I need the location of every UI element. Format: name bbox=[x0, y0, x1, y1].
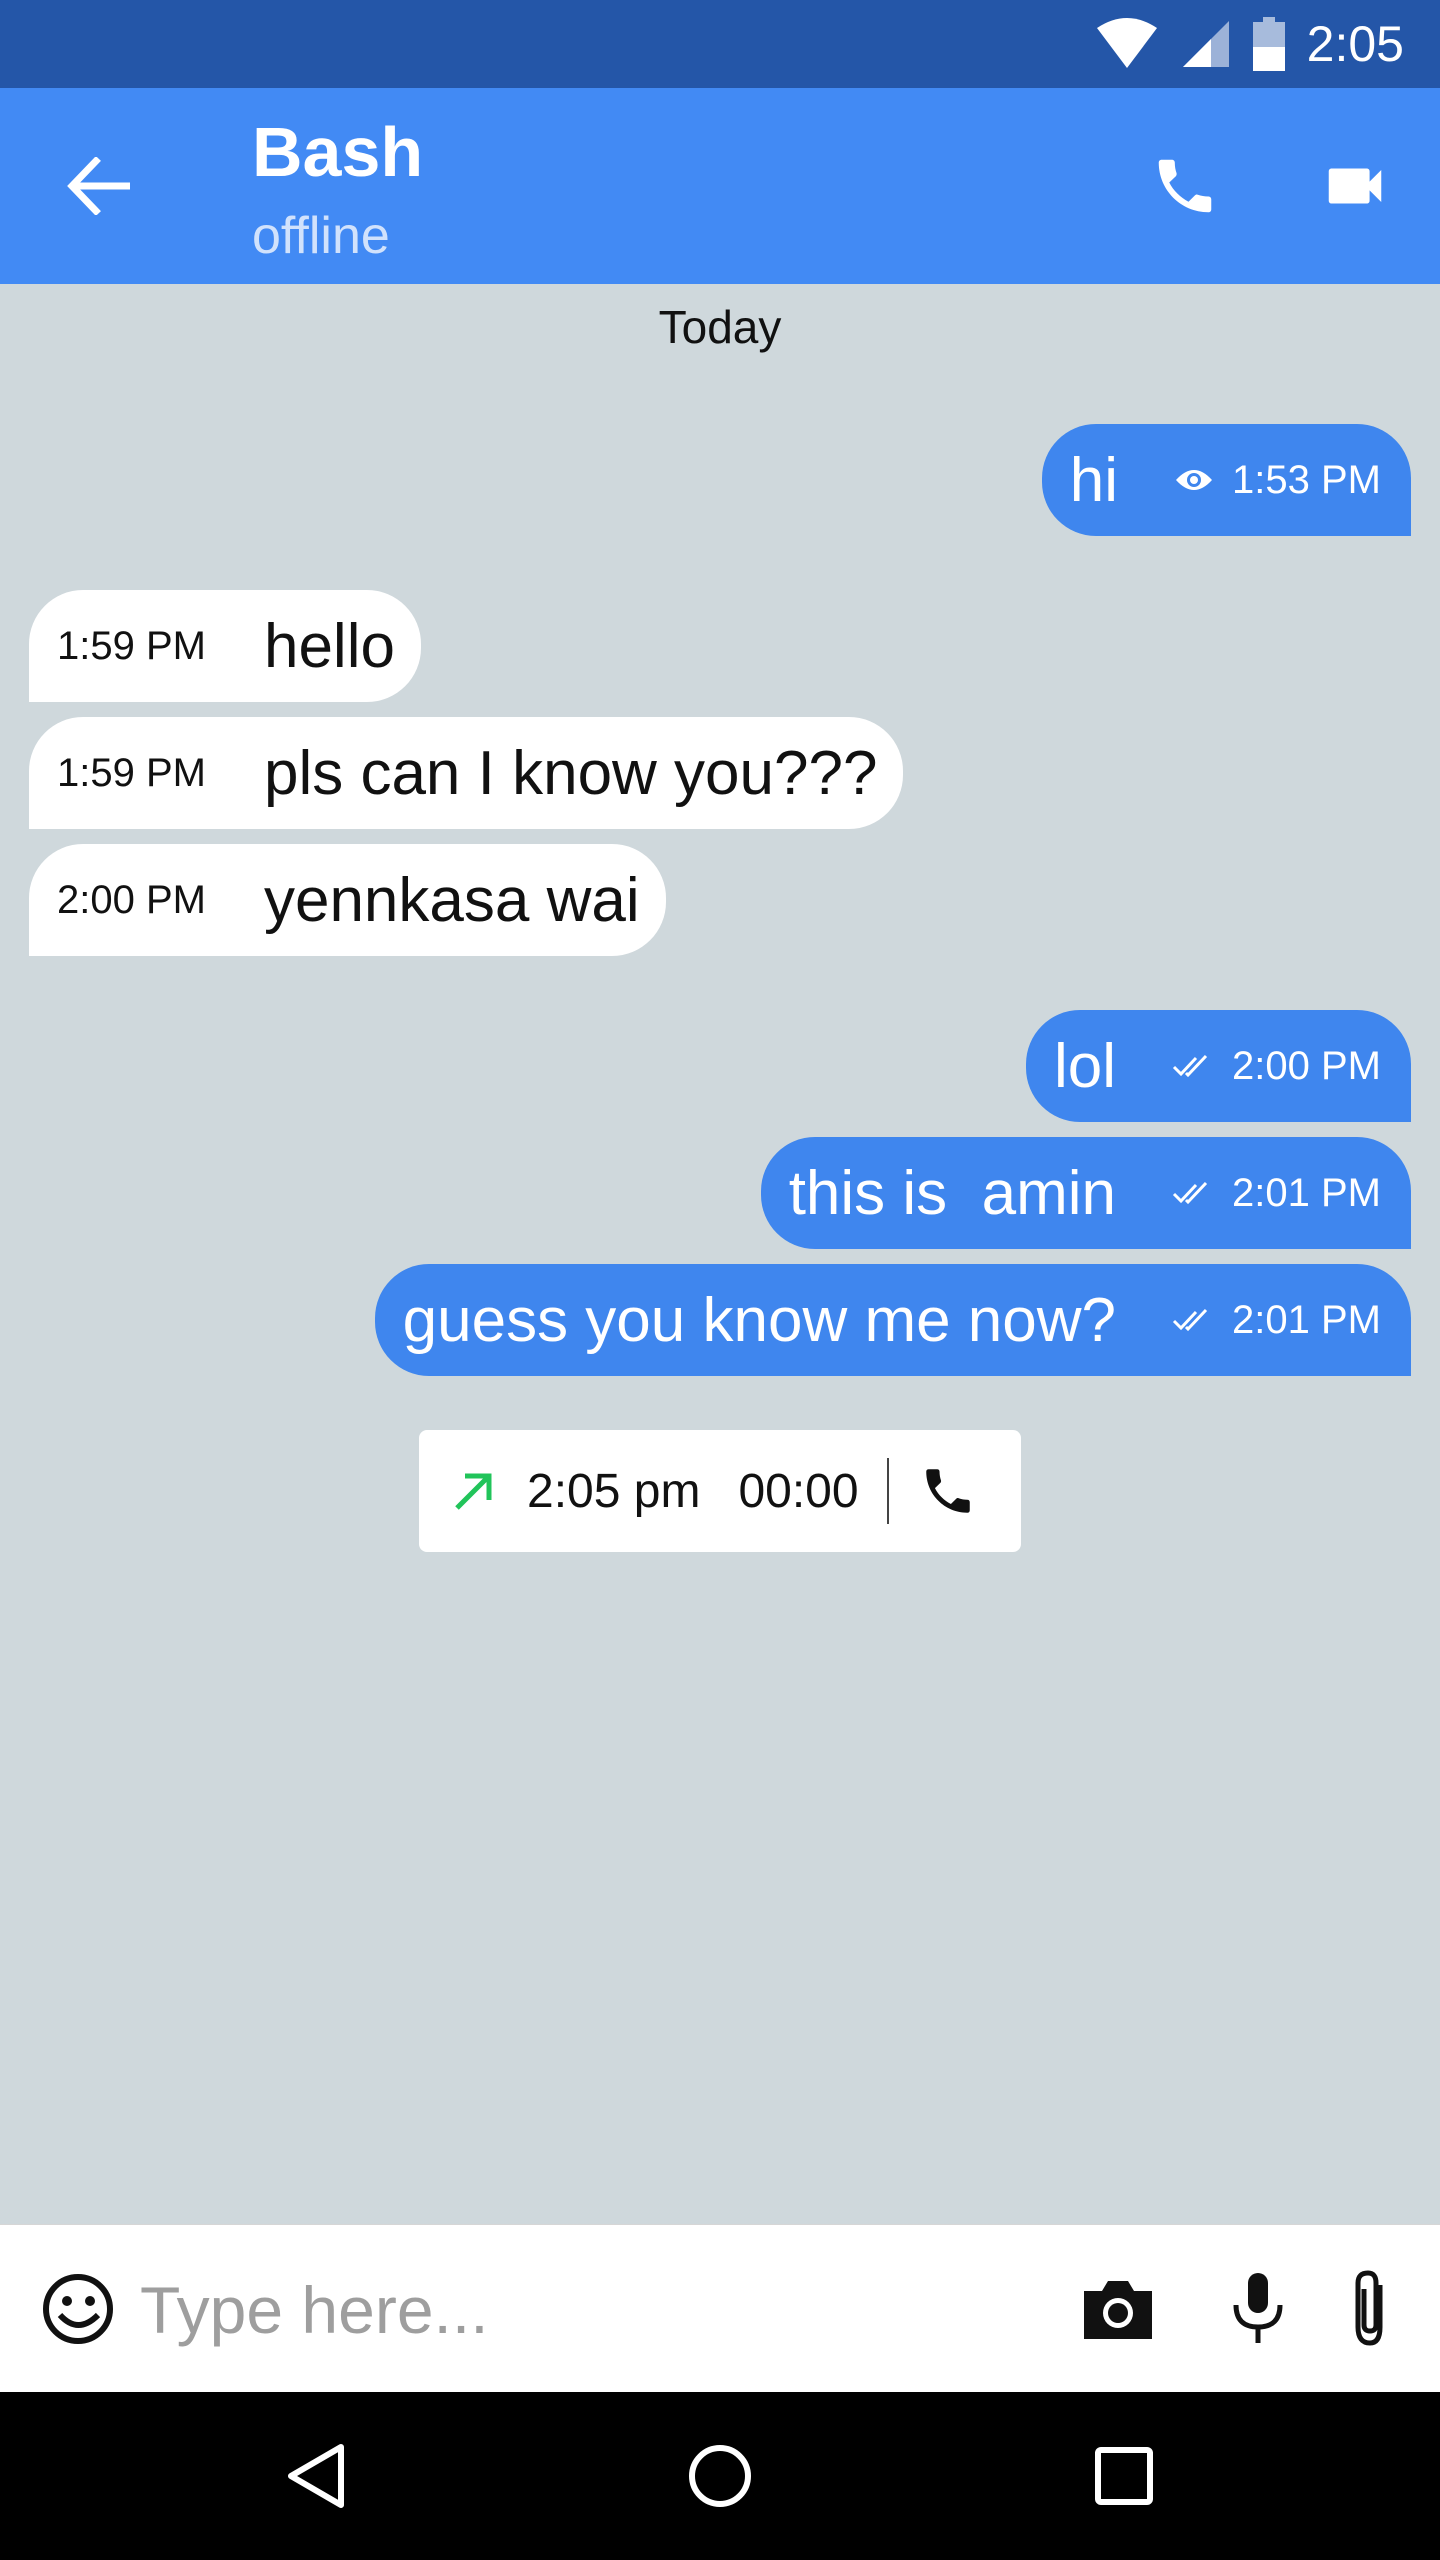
message-time: 2:00 PM bbox=[1232, 1043, 1381, 1088]
incoming-message[interactable]: 2:00 PM yennkasa wai bbox=[29, 844, 666, 956]
date-separator: Today bbox=[658, 301, 782, 353]
outgoing-message[interactable]: guess you know me now? 2:01 PM bbox=[374, 1264, 1411, 1376]
message-time: 2:01 PM bbox=[1232, 1170, 1381, 1215]
emoji-icon bbox=[43, 2274, 113, 2344]
message-text: yennkasa wai bbox=[263, 865, 640, 935]
outgoing-call-arrow-icon bbox=[455, 1473, 492, 1510]
double-check-icon bbox=[1172, 1308, 1208, 1332]
message-text: lol bbox=[1054, 1031, 1117, 1101]
triangle-back-icon bbox=[288, 2444, 344, 2508]
message-text: hi bbox=[1069, 445, 1119, 515]
cell-signal-icon bbox=[1182, 21, 1229, 67]
mic-button[interactable] bbox=[1208, 2259, 1308, 2359]
double-check-icon bbox=[1172, 1181, 1208, 1205]
call-time: 2:05 pm bbox=[527, 1464, 701, 1518]
nav-back-button[interactable] bbox=[266, 2426, 366, 2526]
nav-home-button[interactable] bbox=[670, 2426, 770, 2526]
nav-recents-button[interactable] bbox=[1074, 2426, 1174, 2526]
message-input[interactable] bbox=[140, 2265, 1040, 2355]
message-text: hello bbox=[263, 611, 395, 681]
incoming-message[interactable]: 1:59 PM pls can I know you??? bbox=[29, 717, 904, 829]
mic-icon bbox=[1233, 2273, 1283, 2343]
message-time: 2:01 PM bbox=[1232, 1297, 1381, 1342]
message-composer bbox=[0, 2224, 1440, 2392]
call-duration: 00:00 bbox=[738, 1464, 859, 1518]
phone-icon bbox=[1158, 159, 1212, 213]
contact-name[interactable]: Bash bbox=[252, 112, 423, 192]
message-time: 1:53 PM bbox=[1232, 457, 1381, 502]
video-call-button[interactable] bbox=[1300, 136, 1410, 236]
eye-icon bbox=[1176, 470, 1213, 490]
outgoing-message[interactable]: lol 2:00 PM bbox=[1026, 1010, 1411, 1122]
message-text: this is amin bbox=[788, 1158, 1117, 1228]
paperclip-icon bbox=[1355, 2270, 1383, 2346]
phone-icon bbox=[925, 1469, 970, 1513]
call-back-button[interactable] bbox=[919, 1462, 977, 1520]
circle-home-icon bbox=[689, 2445, 751, 2507]
message-time: 1:59 PM bbox=[57, 750, 206, 795]
back-button[interactable] bbox=[48, 136, 148, 236]
attach-button[interactable] bbox=[1320, 2259, 1420, 2359]
message-time: 2:00 PM bbox=[57, 877, 206, 922]
status-time: 2:05 bbox=[1306, 16, 1404, 72]
voice-call-button[interactable] bbox=[1130, 136, 1240, 236]
outgoing-message[interactable]: this is amin 2:01 PM bbox=[760, 1137, 1411, 1249]
arrow-back-icon bbox=[67, 157, 130, 215]
camera-button[interactable] bbox=[1068, 2259, 1168, 2359]
call-log-card[interactable]: 2:05 pm 00:00 bbox=[419, 1430, 1021, 1552]
status-bar: 2:05 bbox=[0, 0, 1440, 88]
wifi-icon bbox=[1096, 18, 1157, 68]
double-check-icon bbox=[1172, 1054, 1208, 1078]
camera-icon bbox=[1084, 2281, 1152, 2339]
system-nav-bar bbox=[0, 2392, 1440, 2560]
square-recents-icon bbox=[1095, 2447, 1153, 2505]
incoming-message[interactable]: 1:59 PM hello bbox=[29, 590, 421, 702]
emoji-button[interactable] bbox=[28, 2259, 128, 2359]
contact-status: offline bbox=[252, 207, 390, 265]
message-text: guess you know me now? bbox=[402, 1285, 1117, 1355]
battery-icon bbox=[1252, 17, 1285, 71]
message-time: 1:59 PM bbox=[57, 623, 206, 668]
videocam-icon bbox=[1328, 168, 1382, 204]
message-text: pls can I know you??? bbox=[263, 738, 878, 808]
outgoing-message[interactable]: hi 1:53 PM bbox=[1041, 424, 1411, 536]
chat-header: Bash offline bbox=[0, 88, 1440, 284]
divider bbox=[886, 1458, 889, 1524]
